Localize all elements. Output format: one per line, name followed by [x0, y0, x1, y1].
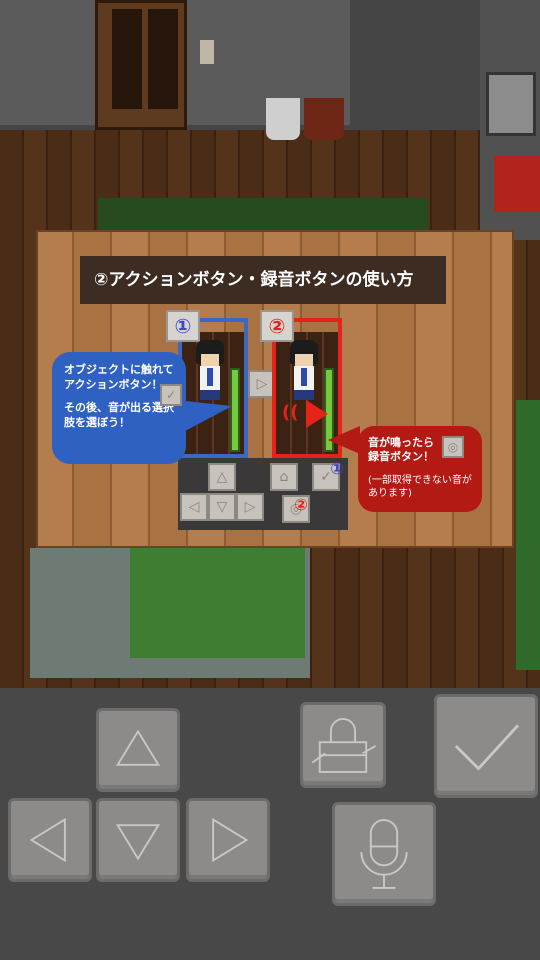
character-tie	[207, 368, 213, 386]
light-switch	[200, 40, 214, 64]
mini-down-button: ▽	[208, 493, 236, 521]
dpad-up-button[interactable]	[96, 708, 180, 792]
mini-bag-button: ⌂	[270, 463, 298, 491]
action-bubble-line4: 肢を選ぼう！	[64, 416, 130, 429]
record-bubble-note2: あります)	[368, 488, 412, 499]
wall-shelf	[486, 72, 536, 136]
game-screen: ②アクションボタン・録音ボタンの使い方 ① ▷ ② (( △ ◁ ▽ ▷ ⌂ ✓…	[0, 0, 540, 960]
dpad-left-button[interactable]	[8, 798, 92, 882]
step2-marker: ②	[260, 310, 294, 342]
red-bucket	[304, 98, 344, 140]
red-appliance	[494, 156, 540, 212]
action-bubble-line1: オブジェクトに触れて	[64, 363, 174, 376]
record-button[interactable]	[332, 802, 436, 906]
character-face	[295, 354, 313, 366]
record-bubble-tail	[328, 426, 360, 454]
room-door	[95, 0, 187, 130]
step1-marker: ①	[166, 310, 200, 342]
bag-button[interactable]	[300, 702, 386, 788]
white-bucket	[266, 98, 300, 140]
sound-waves-icon: ((	[282, 402, 299, 423]
microphone-icon	[360, 819, 408, 889]
tutorial-title: ②アクションボタン・録音ボタンの使い方	[80, 256, 446, 304]
left-arrow-icon	[29, 817, 66, 863]
sound-play-icon	[306, 400, 328, 428]
dpad-down-button[interactable]	[96, 798, 180, 882]
green-blanket	[130, 548, 305, 658]
check-icon: ✓	[160, 384, 182, 406]
character-face	[201, 354, 219, 366]
plant-right	[516, 400, 540, 670]
dpad-right-button[interactable]	[186, 798, 270, 882]
action-button[interactable]	[434, 694, 538, 798]
mini-marker-2: ②	[294, 495, 308, 514]
mini-up-button: △	[208, 463, 236, 491]
character-tie	[301, 368, 307, 386]
record-bubble-note1: (一部取得できない音が	[368, 475, 472, 486]
up-arrow-icon	[115, 729, 161, 766]
green-rug	[98, 198, 428, 230]
microphone-icon: ◎	[442, 436, 464, 458]
action-bubble: オブジェクトに触れて アクションボタン！ その後、音が出る選択 肢を選ぼう！	[52, 352, 186, 464]
right-arrow-icon	[212, 817, 249, 863]
mini-marker-1: ①	[330, 459, 344, 478]
mini-left-button: ◁	[180, 493, 208, 521]
mini-right2-button: ▷	[236, 493, 264, 521]
down-arrow-icon	[115, 824, 161, 861]
bag-icon	[311, 718, 377, 773]
check-icon	[454, 724, 520, 771]
